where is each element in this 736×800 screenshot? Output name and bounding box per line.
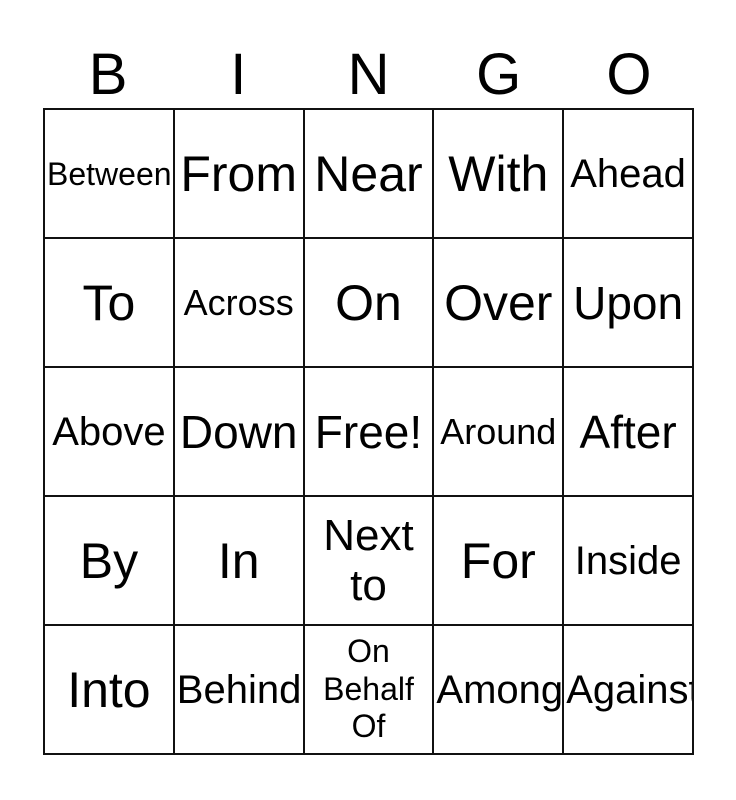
bingo-cell[interactable]: On	[304, 239, 435, 368]
bingo-cell-label: With	[448, 145, 549, 202]
bingo-cell-label: Ahead	[570, 151, 686, 196]
bingo-cell[interactable]: Around	[434, 368, 565, 497]
bingo-card: B I N G O Between From Near With Ahead T…	[0, 0, 736, 800]
bingo-cell[interactable]: Against	[564, 626, 694, 755]
bingo-cell[interactable]: Into	[45, 626, 175, 755]
bingo-cell-label: Next to	[323, 511, 414, 610]
bingo-cell-label: For	[460, 532, 536, 589]
bingo-cell-label: To	[82, 274, 136, 331]
bingo-cell[interactable]: After	[564, 368, 694, 497]
bingo-cell[interactable]: Ahead	[564, 110, 694, 239]
bingo-cell[interactable]: Between	[45, 110, 175, 239]
bingo-cell-label: From	[180, 145, 298, 202]
bingo-cell[interactable]: Near	[304, 110, 435, 239]
bingo-cell[interactable]: Behind	[174, 626, 305, 755]
bingo-header-letter-o: O	[606, 42, 652, 107]
bingo-cell-label: Inside	[574, 538, 682, 583]
bingo-cell-label: Behind	[176, 667, 302, 712]
bingo-cell-label: Among	[436, 667, 564, 712]
bingo-cell-label: On	[335, 274, 402, 331]
bingo-cell-label: Down	[179, 405, 298, 458]
bingo-cell[interactable]: On Behalf Of	[304, 626, 435, 755]
bingo-cell-label: Near	[314, 145, 423, 202]
bingo-header-letter-n: N	[347, 42, 390, 107]
bingo-cell[interactable]: In	[174, 497, 305, 626]
bingo-cell-label: After	[579, 405, 677, 458]
bingo-cell[interactable]: Above	[45, 368, 175, 497]
bingo-cell-label: Over	[444, 274, 553, 331]
bingo-cell-label: Above	[52, 409, 166, 454]
bingo-cell-label: Across	[183, 281, 294, 323]
bingo-cell-free-space[interactable]: Free!	[304, 368, 435, 497]
bingo-cell[interactable]: By	[45, 497, 175, 626]
bingo-grid: Between From Near With Ahead To Across O…	[43, 108, 694, 755]
bingo-cell[interactable]: Upon	[564, 239, 694, 368]
bingo-cell[interactable]: Inside	[564, 497, 694, 626]
bingo-cell[interactable]: Next to	[304, 497, 435, 626]
bingo-header-letter-i: I	[230, 42, 247, 107]
bingo-cell-label: Between	[47, 155, 172, 192]
bingo-cell-label: Free!	[314, 405, 423, 458]
bingo-cell[interactable]: Over	[434, 239, 565, 368]
bingo-header-letter-b: B	[88, 42, 128, 107]
bingo-cell-label: By	[79, 532, 139, 589]
bingo-cell-label: In	[217, 532, 260, 589]
bingo-cell[interactable]: For	[434, 497, 565, 626]
bingo-cell[interactable]: Across	[174, 239, 305, 368]
bingo-cell[interactable]: From	[174, 110, 305, 239]
bingo-cell[interactable]: To	[45, 239, 175, 368]
bingo-header-letter-g: G	[476, 42, 522, 107]
bingo-cell[interactable]: With	[434, 110, 565, 239]
bingo-cell-label: Upon	[573, 276, 684, 329]
bingo-cell[interactable]: Down	[174, 368, 305, 497]
bingo-header-row: B I N G O	[43, 28, 694, 108]
bingo-cell-label: Against	[566, 667, 694, 712]
bingo-cell-label: Into	[67, 661, 151, 718]
bingo-cell[interactable]: Among	[434, 626, 565, 755]
bingo-cell-label: On Behalf Of	[323, 632, 414, 745]
bingo-cell-label: Around	[440, 410, 557, 452]
